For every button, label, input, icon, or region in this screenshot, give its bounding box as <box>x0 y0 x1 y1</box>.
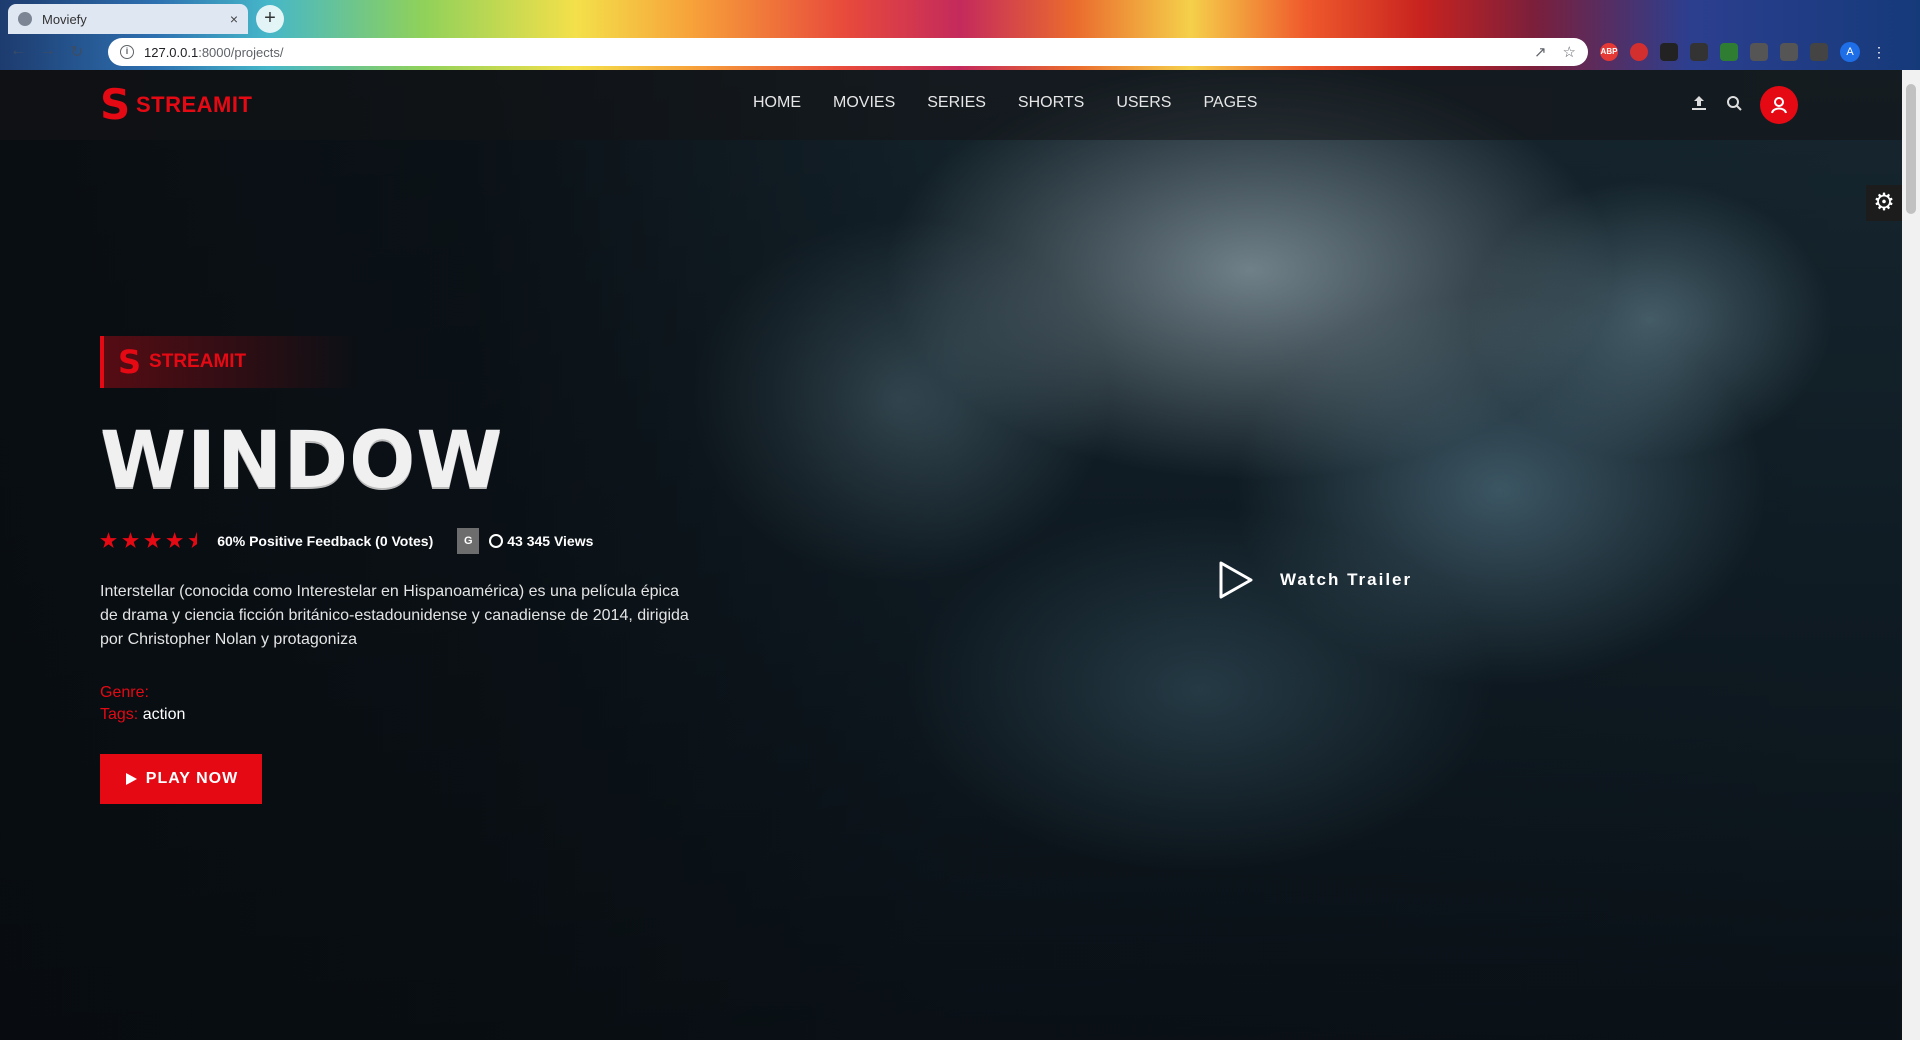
movie-title: WINDOW <box>100 416 504 506</box>
browser-chrome: Moviefy × + ← → ↻ i 127.0.0.1:8000/proje… <box>0 0 1920 70</box>
header-actions <box>1690 86 1798 124</box>
reload-icon[interactable]: ↻ <box>70 42 83 62</box>
profile-avatar[interactable]: A <box>1840 42 1860 62</box>
nav-pages[interactable]: PAGES <box>1203 94 1257 112</box>
play-icon <box>125 773 137 785</box>
logo-letter: S <box>100 80 131 129</box>
star-icon: ★ <box>122 530 140 552</box>
star-icon: ★ <box>100 530 118 552</box>
brand-tag: S STREAMIT <box>100 336 360 388</box>
play-now-label: PLAY NOW <box>145 770 239 787</box>
brand-tag-text: STREAMIT <box>149 351 247 372</box>
puzzle-icon[interactable] <box>1750 43 1768 61</box>
media-icon[interactable] <box>1780 43 1798 61</box>
pen-extension-icon[interactable] <box>1720 43 1738 61</box>
tags-row: Tags: action <box>100 706 700 724</box>
back-icon[interactable]: ← <box>10 42 26 62</box>
share-icon[interactable]: ↗ <box>1534 43 1547 61</box>
close-tab-icon[interactable]: × <box>230 11 238 27</box>
lock-extension-icon[interactable] <box>1660 43 1678 61</box>
genre-row: Genre: <box>100 684 700 702</box>
watch-trailer-button[interactable]: Watch Trailer <box>1218 560 1412 600</box>
views-count: 43 345 Views <box>489 533 593 549</box>
brand-tag-letter: S <box>118 343 142 381</box>
genre-label: Genre: <box>100 684 149 701</box>
forward-icon[interactable]: → <box>40 42 56 62</box>
hero-content: S STREAMIT WINDOW ★ ★ ★ ★ ★ 60% Positive… <box>100 336 700 804</box>
nav-shorts[interactable]: SHORTS <box>1018 94 1084 112</box>
settings-gear-icon[interactable]: ⚙ <box>1866 185 1902 221</box>
browser-nav: ← → ↻ <box>10 42 83 62</box>
clock-icon <box>489 534 504 548</box>
browser-tab[interactable]: Moviefy × <box>8 4 248 34</box>
half-star-icon: ★ <box>188 530 198 552</box>
search-icon[interactable] <box>1726 95 1742 116</box>
nav-home[interactable]: HOME <box>753 94 801 112</box>
feedback-text: 60% Positive Feedback (0 Votes) <box>217 533 434 549</box>
scrollbar-thumb[interactable] <box>1906 84 1916 214</box>
views-text: 43 345 Views <box>507 533 594 549</box>
adblock-extension-icon[interactable]: ABP <box>1600 43 1618 61</box>
user-icon <box>1771 97 1787 114</box>
nav-series[interactable]: SERIES <box>927 94 986 112</box>
menu-kebab-icon[interactable]: ⋮ <box>1872 44 1886 61</box>
upload-icon[interactable] <box>1690 94 1708 117</box>
url-host: 127.0.0.1 <box>144 44 199 60</box>
rating-stars: ★ ★ ★ ★ ★ <box>100 530 197 553</box>
movie-meta: ★ ★ ★ ★ ★ 60% Positive Feedback (0 Votes… <box>100 528 700 554</box>
site-header: S STREAMIT HOME MOVIES SERIES SHORTS USE… <box>0 70 1902 140</box>
age-rating-badge: G <box>457 528 480 554</box>
screen-extension-icon[interactable] <box>1690 43 1708 61</box>
logo-text: STREAMIT <box>136 92 253 117</box>
user-avatar-button[interactable] <box>1760 86 1798 124</box>
nav-movies[interactable]: MOVIES <box>833 94 895 112</box>
star-icon: ★ <box>166 530 184 552</box>
star-icon: ★ <box>144 530 162 552</box>
nav-users[interactable]: USERS <box>1116 94 1171 112</box>
movie-description: Interstellar (conocida como Interestelar… <box>100 583 689 648</box>
address-bar[interactable]: i 127.0.0.1:8000/projects/ ↗ ☆ <box>108 38 1588 66</box>
play-outline-icon <box>1219 561 1253 599</box>
sidepanel-icon[interactable] <box>1810 43 1828 61</box>
page-viewport: S STREAMIT HOME MOVIES SERIES SHORTS USE… <box>0 70 1902 1040</box>
site-logo[interactable]: S STREAMIT <box>100 80 253 129</box>
tags-label: Tags: <box>100 706 139 723</box>
tab-title: Moviefy <box>42 11 87 27</box>
main-nav: HOME MOVIES SERIES SHORTS USERS PAGES <box>753 94 1257 112</box>
tag-link[interactable]: action <box>143 706 186 723</box>
page-scrollbar[interactable] <box>1902 70 1920 1040</box>
new-tab-button[interactable]: + <box>256 5 284 33</box>
watch-trailer-label: Watch Trailer <box>1280 570 1413 589</box>
record-extension-icon[interactable] <box>1630 43 1648 61</box>
extensions-bar: ABP A ⋮ <box>1600 42 1886 62</box>
url-path: :8000/projects/ <box>198 44 284 60</box>
bookmark-star-icon[interactable]: ☆ <box>1563 43 1576 61</box>
globe-icon <box>18 12 32 26</box>
play-now-button[interactable]: PLAY NOW <box>100 754 262 804</box>
info-icon[interactable]: i <box>120 45 134 59</box>
